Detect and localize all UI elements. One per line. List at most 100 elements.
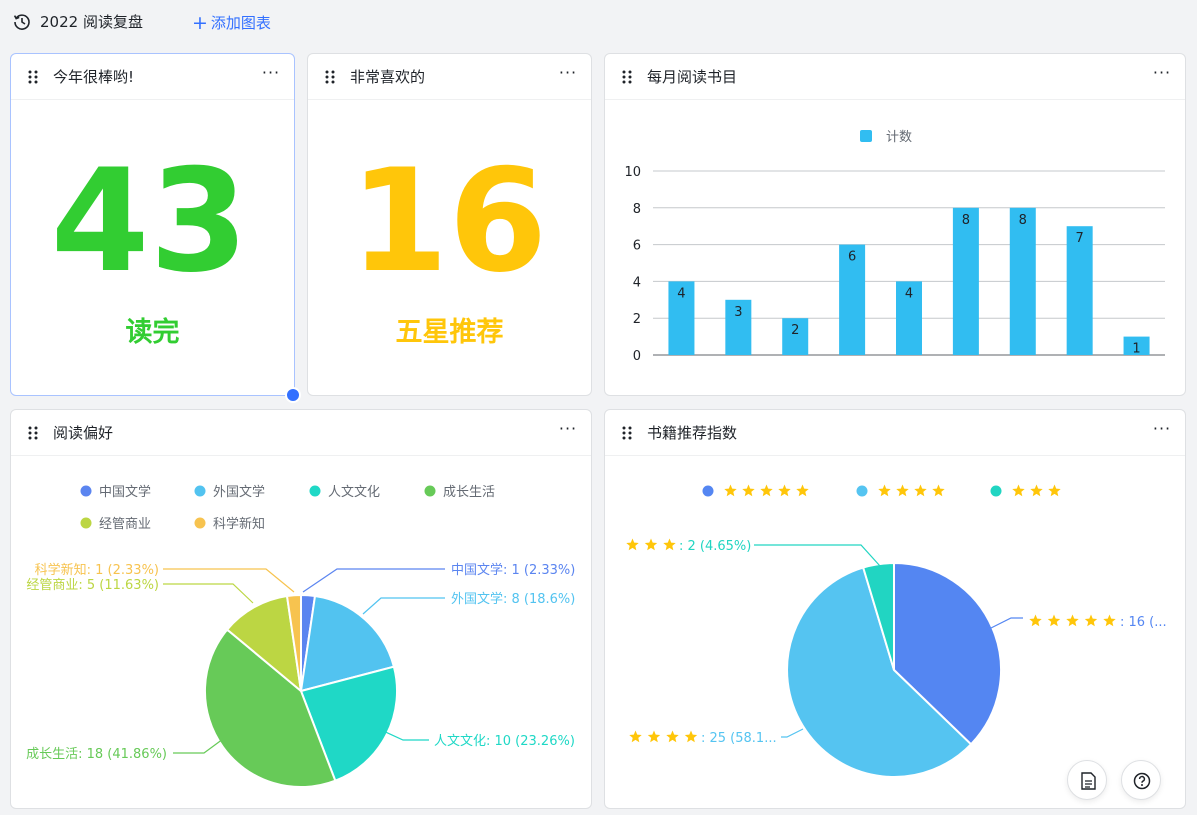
bar [952,207,979,355]
more-options-icon[interactable]: ··· [1151,421,1173,444]
bar-data-label: 3 [734,305,742,320]
drag-handle-icon[interactable] [621,69,633,85]
drag-handle-icon[interactable] [27,69,39,85]
bar-data-label: 7 [1076,231,1084,246]
star-icon [778,484,791,497]
leader-line [163,583,254,604]
more-options-icon[interactable]: ··· [260,65,282,88]
legend-marker [856,485,868,497]
dashboard-title: 2022 阅读复盘 [40,13,143,31]
star-icon [666,730,679,743]
five-star-label: 五星推荐 [395,317,504,348]
legend-label: 科学新知 [213,516,265,532]
bar-data-label: 2 [791,323,799,338]
slice-data-label: : 2 (4.65%) [679,539,751,554]
star-icon [1084,614,1098,627]
star-icon [1047,614,1061,627]
help-icon [1133,772,1151,790]
help-button[interactable] [1121,760,1161,800]
star-icon [647,730,661,743]
rating-pie-chart: : 16 (... : 25 (58.1... : 2 (4.65%) [626,484,1167,778]
star-icon [896,484,909,497]
star-icon [742,484,755,497]
star-icon [932,484,945,497]
bar-data-label: 6 [848,250,856,265]
y-tick-label: 2 [633,312,641,327]
dashboard-header: 2022 阅读复盘 + 添加图表 [0,0,1197,44]
favorite-books-card[interactable]: 非常喜欢的 ··· 16 五星推荐 [307,53,592,396]
drag-handle-icon[interactable] [27,425,39,441]
card-title: 阅读偏好 [53,424,114,442]
star-icon [629,730,642,743]
plus-icon: + [192,12,208,34]
card-header: 每月阅读书目 ··· [605,54,1185,100]
leader-line [781,728,804,738]
add-chart-button[interactable]: + 添加图表 [192,12,271,33]
star-icon [1029,614,1042,627]
more-options-icon[interactable]: ··· [557,421,579,444]
leader-line [990,617,1023,629]
card-title: 今年很棒哟! [53,68,135,86]
slice-data-label: 外国文学: 8 (18.6%) [451,591,575,607]
star-icon [1030,484,1043,497]
y-tick-label: 10 [624,165,641,180]
legend-marker [990,485,1002,497]
bar-data-label: 8 [1019,213,1027,228]
chart-legend: 计数 [860,130,912,145]
legend-label: 成长生活 [443,485,495,500]
legend-label: 人文文化 [328,485,380,500]
legend-marker [80,485,92,497]
add-chart-label: 添加图表 [210,14,271,32]
bar-data-label: 1 [1132,342,1140,357]
reading-preference-card[interactable]: 阅读偏好 ··· 中国文学 外国文学 人文文化 成长生活 经管商业 科学新知 中国文学: 1… [10,409,592,809]
card-title: 非常喜欢的 [350,68,426,86]
card-header: 非常喜欢的 ··· [308,54,591,100]
card-header: 书籍推荐指数 ··· [605,410,1185,456]
star-icon [684,730,698,743]
legend-label: 外国文学 [213,484,265,500]
document-button[interactable] [1067,760,1107,800]
leader-line [163,568,295,593]
resize-handle[interactable] [285,387,301,403]
slice-data-label: 经管商业: 5 (11.63%) [26,578,159,593]
star-icon [914,484,927,497]
leader-line [302,568,445,593]
star-icon [663,538,676,551]
star-icon [796,484,809,497]
y-tick-label: 4 [633,275,641,290]
more-options-icon[interactable]: ··· [557,65,579,88]
y-tick-label: 8 [633,202,641,217]
bar-data-label: 8 [962,213,970,228]
legend-marker [309,485,321,497]
slice-data-label: : 25 (58.1... [701,731,777,746]
drag-handle-icon[interactable] [621,425,633,441]
legend-marker [80,517,92,529]
legend-label: 经管商业 [99,517,151,532]
monthly-bar-chart: 计数02468104一月3二月2三月6四月4五月8六月8七月7八月1九月 [624,130,1165,364]
bar [1009,207,1036,355]
star-icon [626,538,639,551]
recommendation-index-card[interactable]: 书籍推荐指数 ··· : 16 (... : 25 (58.1... : 2 (4.… [604,409,1186,809]
drag-handle-icon[interactable] [324,69,336,85]
bar-data-label: 4 [677,286,685,301]
five-star-count: 16 [349,139,548,304]
card-header: 今年很棒哟! ··· [11,54,294,100]
y-tick-label: 0 [633,349,641,364]
legend-marker [194,485,206,497]
card-title: 书籍推荐指数 [647,424,738,442]
slice-data-label: : 16 (... [1120,615,1167,630]
document-icon [1081,772,1096,790]
card-title: 每月阅读书目 [647,68,738,86]
legend-swatch [860,130,872,142]
total-books-card[interactable]: 今年很棒哟! ··· 43 读完 [10,53,295,396]
legend-label: 计数 [886,130,912,145]
legend-marker [424,485,436,497]
monthly-reading-card[interactable]: 每月阅读书目 ··· 计数02468104一月3二月2三月6四月4五月8六月8七… [604,53,1186,396]
legend-marker [194,517,206,529]
slice-data-label: 科学新知: 1 (2.33%) [35,562,159,578]
star-icon [760,484,773,497]
books-read-label: 读完 [125,317,180,348]
legend-label: 中国文学 [99,484,151,500]
history-icon[interactable] [12,12,32,32]
more-options-icon[interactable]: ··· [1151,65,1173,88]
